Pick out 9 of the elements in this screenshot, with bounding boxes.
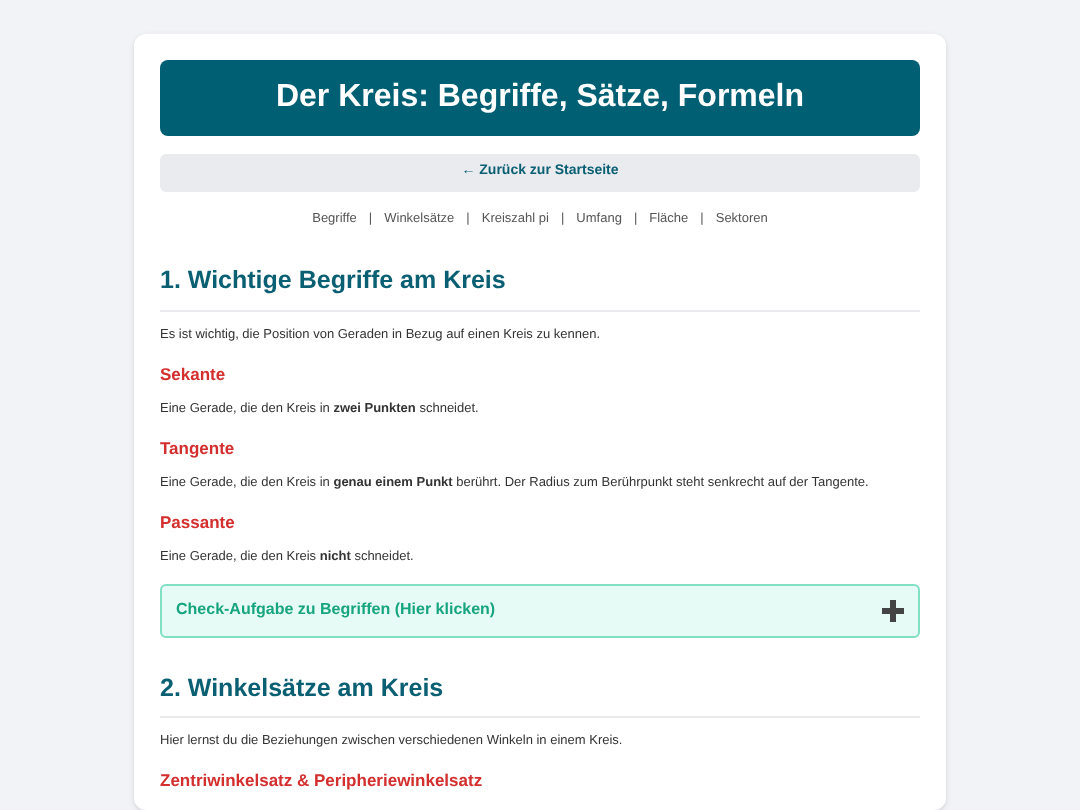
term-heading: Sekante [160, 361, 228, 385]
section-heading: 2. Winkelsätze am Kreis [160, 669, 920, 719]
term-heading: Tangente [160, 435, 237, 459]
accordion-label: Check-Aufgabe zu Begriffen (Hier klicken) [176, 598, 496, 622]
section-heading: 1. Wichtige Begriffe am Kreis [160, 261, 920, 311]
term-heading: Zentriwinkelsatz & Peripheriewinkelsatz [160, 768, 485, 793]
page-title: Der Kreis: Begriffe, Sätze, Formeln [160, 60, 920, 136]
term-heading: Passante [160, 509, 237, 533]
plus-icon [882, 599, 904, 621]
